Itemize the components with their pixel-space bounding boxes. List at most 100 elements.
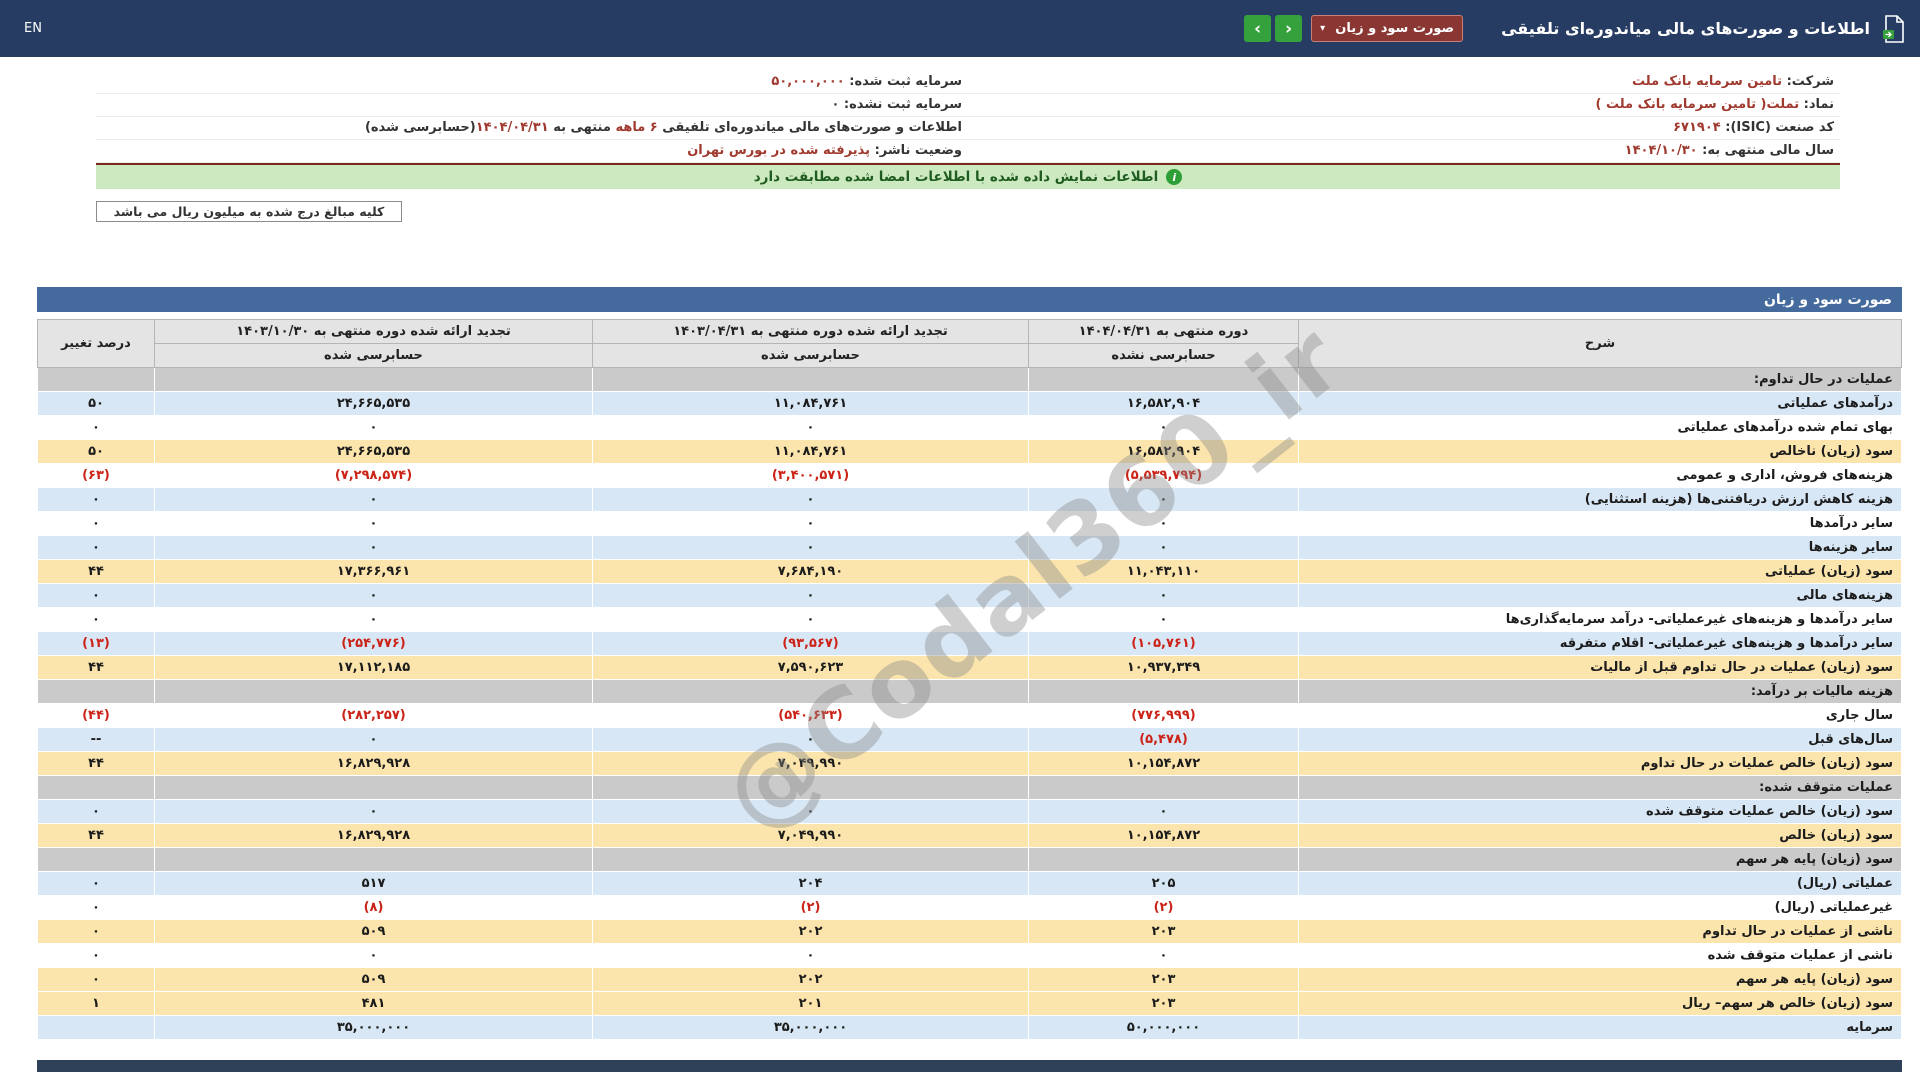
report-type-select[interactable]: صورت سود و زیان ▾ (1311, 15, 1463, 42)
value-cell: ۵۰ (38, 392, 155, 416)
empty-cell (155, 680, 593, 704)
value-cell: ۲۴,۶۶۵,۵۳۵ (155, 392, 593, 416)
value-cell: (۵,۵۳۹,۷۹۴) (1029, 464, 1299, 488)
table-row: بهای تمام شده درآمدهای عملیاتی۰۰۰۰ (38, 416, 1902, 440)
col-subheader-audit2: حسابرسی شده (593, 344, 1029, 368)
value-cell: ۵۰۹ (155, 968, 593, 992)
value-cell: (۴۴) (38, 704, 155, 728)
value-cell: ۴۴ (38, 560, 155, 584)
value-cell: ۰ (38, 512, 155, 536)
empty-cell (155, 848, 593, 872)
value-cell: ۰ (38, 968, 155, 992)
table-row: سود (زیان) خالص عملیات متوقف شده۰۰۰۰ (38, 800, 1902, 824)
info-label: اطلاعات و صورت‌های مالی میاندوره‌ای تلفی… (658, 120, 962, 135)
row-label: سرمایه (1299, 1016, 1902, 1040)
empty-cell (1029, 368, 1299, 392)
table-row: غیرعملیاتی (ریال)(۲)(۲)(۸)۰ (38, 896, 1902, 920)
value-cell: (۳,۴۰۰,۵۷۱) (593, 464, 1029, 488)
value-cell: ۱۱,۰۴۳,۱۱۰ (1029, 560, 1299, 584)
row-label: درآمدهای عملیاتی (1299, 392, 1902, 416)
value-cell: ۴۴ (38, 752, 155, 776)
row-label: سایر درآمدها و هزینه‌های غیرعملیاتی- درآ… (1299, 608, 1902, 632)
info-value: ۶۷۱۹۰۴ (1673, 120, 1721, 135)
table-row: ناشی از عملیات در حال تداوم۲۰۳۲۰۲۵۰۹۰ (38, 920, 1902, 944)
value-cell: ۰ (593, 536, 1029, 560)
value-cell: ۷,۶۸۴,۱۹۰ (593, 560, 1029, 584)
value-cell: ۰ (593, 512, 1029, 536)
value-cell: ۰ (1029, 944, 1299, 968)
empty-cell (38, 368, 155, 392)
value-cell: ۲۰۲ (593, 920, 1029, 944)
info-label: وضعیت ناشر: (870, 143, 962, 158)
row-label: سود (زیان) عملیاتی (1299, 560, 1902, 584)
value-cell: ۰ (38, 944, 155, 968)
empty-cell (593, 680, 1029, 704)
value-cell: ۲۰۴ (593, 872, 1029, 896)
col-header-period1: دوره منتهی به ۱۴۰۴/۰۴/۳۱ (1029, 320, 1299, 344)
col-header-pct: درصد تغییر (38, 320, 155, 368)
row-label: سایر درآمدها (1299, 512, 1902, 536)
row-label: هزینه‌های فروش، اداری و عمومی (1299, 464, 1902, 488)
value-cell: ۰ (1029, 536, 1299, 560)
topbar: اطلاعات و صورت‌های مالی میاندوره‌ای تلفی… (0, 0, 1920, 57)
info-label: کد صنعت (ISIC): (1721, 120, 1834, 135)
value-cell: ۰ (155, 728, 593, 752)
table-row: هزینه کاهش ارزش دریافتنی‌ها (هزینه استثن… (38, 488, 1902, 512)
value-cell: ۷,۰۴۹,۹۹۰ (593, 752, 1029, 776)
value-cell: (۶۳) (38, 464, 155, 488)
info-row: نماد: تملت( تامین سرمایه بانک ملت ) (968, 94, 1840, 117)
report-type-selected: صورت سود و زیان (1335, 21, 1454, 36)
value-cell: ۲۰۳ (1029, 992, 1299, 1016)
table-header-row: شرح دوره منتهی به ۱۴۰۴/۰۴/۳۱ تجدید ارائه… (38, 320, 1902, 344)
value-cell: ۵۰,۰۰۰,۰۰۰ (1029, 1016, 1299, 1040)
value-cell: ۰ (155, 512, 593, 536)
previous-statement-button[interactable]: › (1244, 15, 1271, 42)
table-row: سایر درآمدها و هزینه‌های غیرعملیاتی- اقل… (38, 632, 1902, 656)
info-label: سرمایه ثبت شده: (845, 74, 962, 89)
table-row: سایر درآمدها۰۰۰۰ (38, 512, 1902, 536)
chevron-icon: › (1254, 19, 1261, 39)
info-row: سرمایه ثبت نشده: ۰ (96, 94, 968, 117)
value-cell: ۰ (593, 800, 1029, 824)
value-cell: ۱۶,۵۸۲,۹۰۴ (1029, 440, 1299, 464)
value-cell: ۰ (593, 584, 1029, 608)
value-cell: ۰ (38, 800, 155, 824)
value-cell: ۲۴,۶۶۵,۵۳۵ (155, 440, 593, 464)
value-cell: ۰ (38, 584, 155, 608)
value-cell: ۳۵,۰۰۰,۰۰۰ (155, 1016, 593, 1040)
value-cell: ۰ (1029, 416, 1299, 440)
signed-match-text: اطلاعات نمایش داده شده با اطلاعات امضا ش… (754, 169, 1159, 185)
row-label: ناشی از عملیات متوقف شده (1299, 944, 1902, 968)
row-label: سود (زیان) خالص عملیات متوقف شده (1299, 800, 1902, 824)
page-title: اطلاعات و صورت‌های مالی میاندوره‌ای تلفی… (1501, 19, 1870, 38)
table-row: هزینه‌های مالی۰۰۰۰ (38, 584, 1902, 608)
empty-cell (1029, 776, 1299, 800)
table-row: سود (زیان) خالص عملیات در حال تداوم۱۰,۱۵… (38, 752, 1902, 776)
value-cell: ۲۰۳ (1029, 968, 1299, 992)
value-cell: ۰ (38, 872, 155, 896)
value-cell: ۷,۰۴۹,۹۹۰ (593, 824, 1029, 848)
statement-title-bar: صورت سود و زیان (37, 287, 1902, 312)
value-cell: (۲) (593, 896, 1029, 920)
value-cell: ۰ (593, 944, 1029, 968)
company-link[interactable]: تامین سرمایه بانک ملت (1632, 74, 1782, 89)
value-cell: (۲) (1029, 896, 1299, 920)
table-row: سود (زیان) عملیاتی۱۱,۰۴۳,۱۱۰۷,۶۸۴,۱۹۰۱۷,… (38, 560, 1902, 584)
value-cell: ۱۶,۸۲۹,۹۲۸ (155, 752, 593, 776)
language-en-link[interactable]: EN (14, 17, 52, 40)
value-cell: ۵۱۷ (155, 872, 593, 896)
value-cell: ۰ (38, 920, 155, 944)
table-row: سایر درآمدها و هزینه‌های غیرعملیاتی- درآ… (38, 608, 1902, 632)
info-icon: i (1166, 169, 1182, 185)
row-label: هزینه کاهش ارزش دریافتنی‌ها (هزینه استثن… (1299, 488, 1902, 512)
value-cell: ۳۵,۰۰۰,۰۰۰ (593, 1016, 1029, 1040)
table-row: سایر هزینه‌ها۰۰۰۰ (38, 536, 1902, 560)
value-cell: ۰ (593, 488, 1029, 512)
report-export-icon[interactable] (1882, 15, 1906, 43)
col-header-desc: شرح (1299, 320, 1902, 368)
next-statement-button[interactable]: ‹ (1275, 15, 1302, 42)
info-label: سرمایه ثبت نشده: (839, 97, 962, 112)
value-cell: ۱۱,۰۸۴,۷۶۱ (593, 440, 1029, 464)
table-row: سرمایه۵۰,۰۰۰,۰۰۰۳۵,۰۰۰,۰۰۰۳۵,۰۰۰,۰۰۰ (38, 1016, 1902, 1040)
value-cell: (۱۳) (38, 632, 155, 656)
